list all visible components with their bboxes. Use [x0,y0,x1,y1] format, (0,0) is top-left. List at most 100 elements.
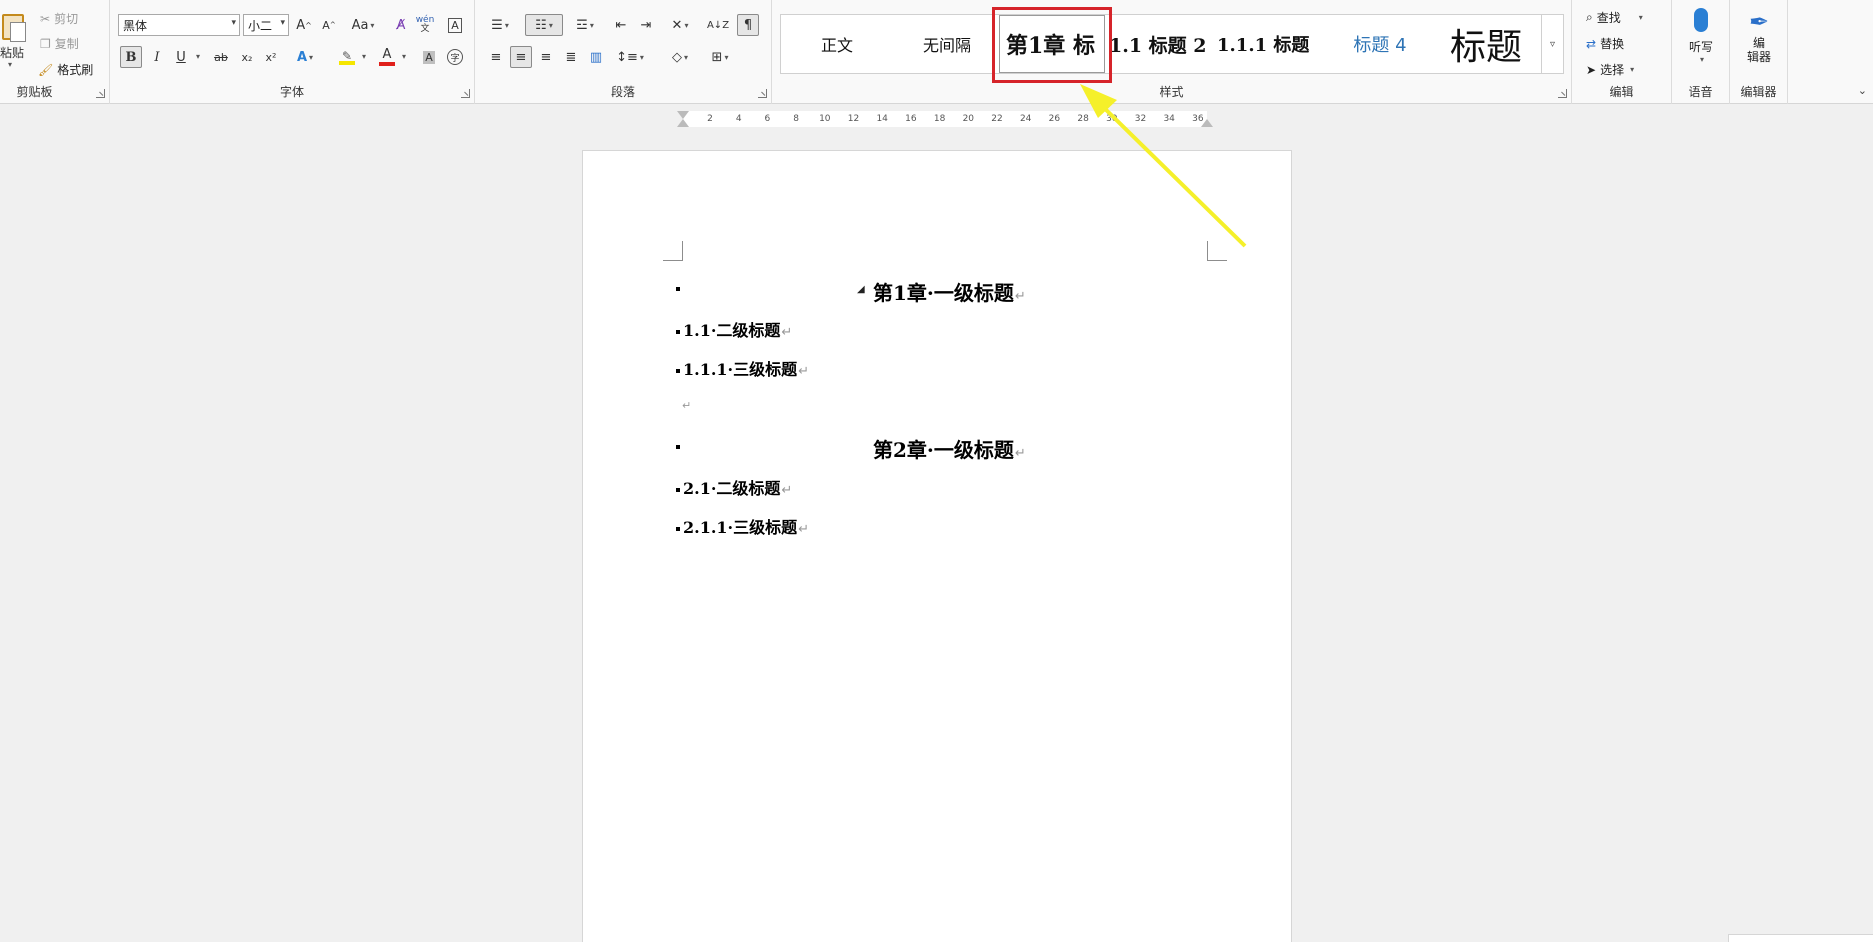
font-size-value: 小二 [248,18,273,33]
ruler-tick: 12 [847,114,860,124]
right-indent-marker[interactable] [1201,119,1213,127]
font-size-combo[interactable]: 小二 ▾ [243,14,289,36]
dictate-button[interactable]: 听写 ▾ [1682,8,1720,64]
style-title[interactable]: 标题 [1431,15,1541,73]
align-right-button[interactable]: ≡ [535,46,557,68]
chevron-down-icon[interactable]: ▾ [8,60,12,69]
font-color-button[interactable]: A [376,46,398,68]
ruler-tick: 32 [1134,114,1147,124]
styles-dialog-launcher-icon[interactable] [1558,89,1567,98]
underline-button[interactable]: U [170,46,192,68]
margin-corner-top-left [663,241,683,261]
style-normal[interactable]: 正文 [781,15,893,73]
left-indent-marker[interactable] [677,119,689,127]
style-heading-2[interactable]: 1.1 标题 2 [1109,15,1211,73]
align-left-button[interactable]: ≡ [485,46,507,68]
style-no-spacing[interactable]: 无间隔 [893,15,1001,73]
distributed-button[interactable]: ▥ [585,46,607,68]
phonetic-guide-button[interactable]: wén 文 [414,14,436,36]
first-line-indent-marker[interactable] [677,111,689,119]
clipboard-group-label: 剪贴板 [16,85,53,99]
font-name-combo[interactable]: 黑体 ▾ [118,14,240,36]
character-border-button[interactable]: A [444,14,466,36]
collapse-heading-icon[interactable]: ◢ [857,284,865,295]
document-canvas: ◢ 第1章·一级标题↵ 1.1·二级标题↵ 1.1.1·三级标题↵ ↵ 第2章·… [0,134,1873,942]
horizontal-ruler: 2 4 6 8 10 12 14 16 18 20 22 24 26 28 30 32 34 36 [0,104,1873,134]
ruler-tick: 24 [1019,114,1032,124]
grow-font-button[interactable]: A ^ [293,14,315,36]
cut-button[interactable]: ✂ 剪切 [40,10,78,27]
align-center-button[interactable]: ≡ [510,46,532,68]
collapse-ribbon-icon[interactable]: ⌄ [1858,84,1867,97]
superscript-button[interactable]: x² [260,46,282,68]
bold-button[interactable]: B [120,46,142,68]
change-case-button[interactable]: Aa ▾ [346,14,380,36]
heading-3-paragraph[interactable]: 2.1.1·三级标题↵ [683,514,809,538]
format-painter-button[interactable]: 🖌 格式刷 [38,61,93,78]
decrease-indent-button[interactable]: ⇤ [610,14,632,36]
line-spacing-button[interactable]: ↕≡ ▾ [615,46,645,68]
paragraph-marker [676,330,680,334]
ruler-bar: 2 4 6 8 10 12 14 16 18 20 22 24 26 28 30 32 34 36 [677,111,1213,127]
character-shading-button[interactable]: A [418,46,440,68]
clear-format-icon[interactable]: A̸ [390,14,412,36]
clipboard-dialog-launcher-icon[interactable] [96,89,105,98]
heading-2-paragraph[interactable]: 1.1·二级标题↵ [683,317,792,341]
ruler-tick: 16 [905,114,917,124]
search-icon: ⌕ [1586,10,1593,24]
increase-indent-button[interactable]: ⇥ [635,14,657,36]
style-heading-3[interactable]: 1.1.1 标题 [1217,15,1321,73]
find-button[interactable]: ⌕ 查找 ▾ [1586,9,1643,26]
chevron-down-icon: ▾ [1699,55,1704,64]
chevron-down-icon[interactable]: ▾ [362,52,366,61]
empty-paragraph[interactable]: ↵ [681,397,691,413]
paintbrush-icon: 🖌 [38,62,54,77]
styles-group-label: 样式 [1159,85,1184,99]
paragraph-dialog-launcher-icon[interactable] [758,89,767,98]
multilevel-list-button[interactable]: ☲ ▾ [570,14,600,36]
status-bar-fragment [1728,934,1873,942]
paste-button[interactable]: 粘贴 ▾ [0,0,30,78]
heading-2-paragraph[interactable]: 2.1·二级标题↵ [683,475,792,499]
microphone-icon [1694,8,1708,32]
paragraph-marker [676,287,680,291]
ruler-tick: 26 [1048,114,1061,124]
chevron-down-icon[interactable]: ▾ [402,52,406,61]
chevron-down-icon: ▾ [1630,65,1635,74]
heading-1-paragraph[interactable]: 第2章·一级标题↵ [873,434,1026,463]
document-page[interactable]: ◢ 第1章·一级标题↵ 1.1·二级标题↵ 1.1.1·三级标题↵ ↵ 第2章·… [582,150,1292,942]
voice-group-label: 语音 [1688,85,1713,99]
font-dialog-launcher-icon[interactable] [461,89,470,98]
highlight-color-swatch [339,61,355,65]
bullets-button[interactable]: ☰ ▾ [485,14,515,36]
select-button[interactable]: ➤ 选择 ▾ [1586,61,1634,78]
borders-button[interactable]: ⊞ ▾ [705,46,735,68]
clipboard-group: 粘贴 ▾ ✂ 剪切 ❐ 复制 🖌 格式刷 剪贴板 [0,0,110,104]
show-hide-marks-button[interactable]: ¶ [737,14,759,36]
subscript-button[interactable]: x₂ [236,46,258,68]
strikethrough-button[interactable]: ab [210,46,232,68]
paste-icon [0,10,26,42]
editor-button[interactable]: ✒ 编 辑器 [1738,8,1780,64]
font-group: 黑体 ▾ 小二 ▾ A ^ A ^ Aa ▾ A̸ wén 文 A B I U ▾ ab… [110,0,475,104]
replace-button[interactable]: ⇄ 替换 [1586,35,1624,52]
sort-button[interactable]: A↓Z [707,14,729,36]
copy-button[interactable]: ❐ 复制 [40,35,79,52]
heading-1-paragraph[interactable]: 第1章·一级标题↵ [873,277,1026,306]
gallery-more-button[interactable]: ▿ [1541,15,1563,73]
enclose-characters-button[interactable]: 字 [444,46,466,68]
highlight-color-button[interactable]: ✎ [336,46,358,68]
ruler-tick: 18 [933,114,946,124]
style-heading-4[interactable]: 标题 4 [1329,15,1431,73]
text-effects-button[interactable]: A ▾ [294,46,316,68]
shrink-font-button[interactable]: A ^ [318,14,340,36]
heading-3-paragraph[interactable]: 1.1.1·三级标题↵ [683,356,809,380]
font-name-value: 黑体 [123,18,148,33]
chevron-down-icon[interactable]: ▾ [196,52,200,61]
numbering-button[interactable]: ☷ ▾ [525,14,563,36]
asian-layout-button[interactable]: ✕ ▾ [665,14,695,36]
shading-button[interactable]: ◇ ▾ [665,46,695,68]
italic-button[interactable]: I [146,46,168,68]
font-color-swatch [379,62,395,66]
justify-button[interactable]: ≣ [560,46,582,68]
